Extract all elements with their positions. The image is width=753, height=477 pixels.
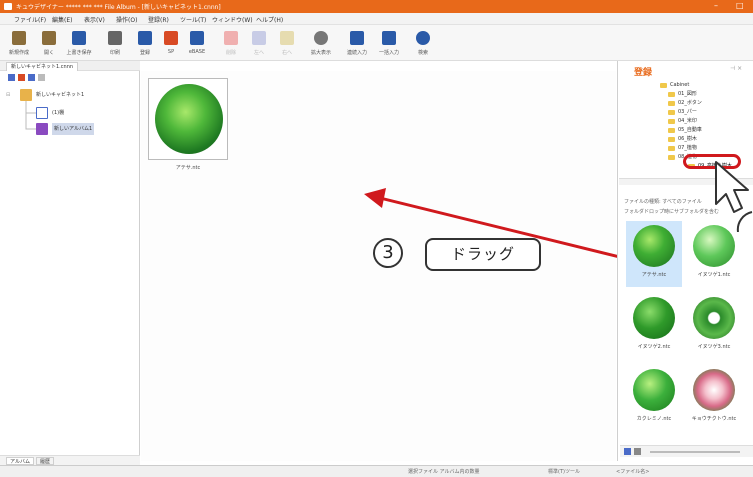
window-title: キュウデザイナー ***** *** *** File Album - [新しい…	[16, 4, 221, 11]
menu-operation[interactable]: 操作(O)	[116, 15, 137, 24]
file-item[interactable]: イヌツゲ2.ntc	[626, 293, 682, 359]
menu-bar: ファイル(F) 編集(E) 表示(V) 操作(O) 登録(R) ツール(T) ウ…	[0, 13, 753, 25]
register-icon	[138, 31, 152, 45]
save-icon	[72, 31, 86, 45]
search-icon	[416, 31, 430, 45]
open-icon	[42, 31, 56, 45]
tree-thumbnail	[633, 297, 675, 339]
tree-connector-lines	[25, 101, 36, 130]
toolbar: 新規作成 開く 上書き保存 印刷 登録 SP eBASE 削除 左へ 右へ 拡大…	[0, 25, 753, 61]
tree-expand-icon[interactable]: ⊟	[6, 89, 10, 101]
status-selection: 選択ファイル アルバム内の数量	[408, 469, 480, 475]
menu-file[interactable]: ファイル(F)	[14, 15, 46, 24]
zoom-slider[interactable]	[650, 451, 740, 453]
minimize-button[interactable]: –	[714, 2, 718, 10]
file-type-filter[interactable]: ファイルの種類: すべてのファイル	[624, 198, 702, 205]
new-button[interactable]: 新規作成	[4, 29, 34, 59]
menu-edit[interactable]: 編集(E)	[52, 15, 72, 24]
left-bottom-tabs: アルバム 履歴	[0, 455, 140, 465]
folder-icon	[668, 92, 675, 97]
tab-history[interactable]: 履歴	[36, 457, 55, 465]
ebase-button[interactable]: eBASE	[182, 29, 212, 59]
tree-refresh-icon[interactable]	[38, 74, 45, 81]
sp-icon	[164, 31, 178, 45]
album-thumbnail[interactable]	[148, 78, 228, 160]
left-button[interactable]: 左へ	[244, 29, 274, 59]
tree-thumbnail	[693, 369, 735, 411]
grid-view-icon[interactable]	[624, 448, 631, 455]
file-item-selected[interactable]: アテサ.ntc	[626, 221, 682, 287]
folder-icon	[668, 101, 675, 106]
menu-view[interactable]: 表示(V)	[84, 15, 105, 24]
tree-thumbnail	[693, 297, 735, 339]
file-item[interactable]: カクレミノ.ntc	[626, 365, 682, 431]
delete-button[interactable]: 削除	[216, 29, 246, 59]
menu-window[interactable]: ウィンドウ(W)	[212, 15, 253, 24]
document-tab-bar: 新しいキャビネット1.cnnn	[0, 61, 140, 71]
tree-delete-icon[interactable]	[18, 74, 25, 81]
print-button[interactable]: 印刷	[100, 29, 130, 59]
zoom-view-icon	[314, 31, 328, 45]
tree-item-cabinet[interactable]: ⊟ 新しいキャビネット1	[6, 89, 126, 101]
new-file-icon	[12, 31, 26, 45]
print-icon	[108, 31, 122, 45]
tree-image	[155, 84, 223, 154]
document-tab[interactable]: 新しいキャビネット1.cnnn	[6, 62, 79, 71]
ebase-icon	[190, 31, 204, 45]
status-bar: 選択ファイル アルバム内の数量 標準(T)ツール <ファイル名>	[0, 465, 753, 477]
menu-help[interactable]: ヘルプ(H)	[256, 15, 283, 24]
folder-icon	[668, 110, 675, 115]
menu-tools[interactable]: ツール(T)	[180, 15, 206, 24]
file-item[interactable]: キョウチクトウ.ntc	[686, 365, 742, 431]
file-item[interactable]: イヌツゲ3.ntc	[686, 293, 742, 359]
view-controls-bar	[620, 445, 753, 457]
tree-thumbnail	[633, 225, 675, 267]
status-filename: <ファイル名>	[616, 469, 650, 475]
include-subfolder-checkbox[interactable]: フォルダドロップ時にサブフォルダを含む	[624, 208, 719, 215]
tree-view-icon[interactable]	[28, 74, 35, 81]
panel-title: 登録	[634, 68, 653, 78]
register-panel: 登録 ⊣ × Cabinet 01_図形 02_ボタン 03_パー 04_米印 …	[617, 61, 753, 461]
cabinet-tree-panel: ⊟ 新しいキャビネット1 (1)棚 新しいアルバム1	[0, 71, 140, 461]
open-button[interactable]: 開く	[34, 29, 64, 59]
batch-input-button[interactable]: 一括入力	[374, 29, 404, 59]
folder-icon	[668, 119, 675, 124]
folder-icon	[660, 83, 667, 88]
app-icon	[4, 3, 12, 10]
cabinet-icon	[20, 89, 32, 101]
folder-icon	[668, 155, 675, 160]
tree-toolbar	[8, 74, 128, 82]
right-button[interactable]: 右へ	[272, 29, 302, 59]
title-bar: キュウデザイナー ***** *** *** File Album - [新しい…	[0, 0, 753, 13]
step-number: 3	[373, 238, 403, 268]
folder-icon	[668, 146, 675, 151]
batch-input-icon	[382, 31, 396, 45]
delete-icon	[224, 31, 238, 45]
right-icon	[280, 31, 294, 45]
thumbnail-filename: アテサ.ntc	[175, 165, 201, 171]
menu-register[interactable]: 登録(R)	[148, 15, 169, 24]
folder-icon	[668, 128, 675, 133]
folder-icon	[668, 137, 675, 142]
tree-thumbnail	[633, 369, 675, 411]
pin-icon[interactable]: ⊣ ×	[730, 65, 742, 72]
pointer-cursor-icon	[715, 161, 753, 232]
status-tool: 標準(T)ツール	[548, 469, 580, 475]
continuous-input-button[interactable]: 連続入力	[342, 29, 372, 59]
continuous-input-icon	[350, 31, 364, 45]
tree-add-icon[interactable]	[8, 74, 15, 81]
search-button[interactable]: 検索	[408, 29, 438, 59]
zoom-view-button[interactable]: 拡大表示	[306, 29, 336, 59]
save-button[interactable]: 上書き保存	[64, 29, 94, 59]
list-view-icon[interactable]	[634, 448, 641, 455]
tab-album[interactable]: アルバム	[6, 457, 34, 465]
maximize-button[interactable]: □	[736, 2, 744, 10]
left-icon	[252, 31, 266, 45]
drag-label: ドラッグ	[425, 238, 541, 271]
